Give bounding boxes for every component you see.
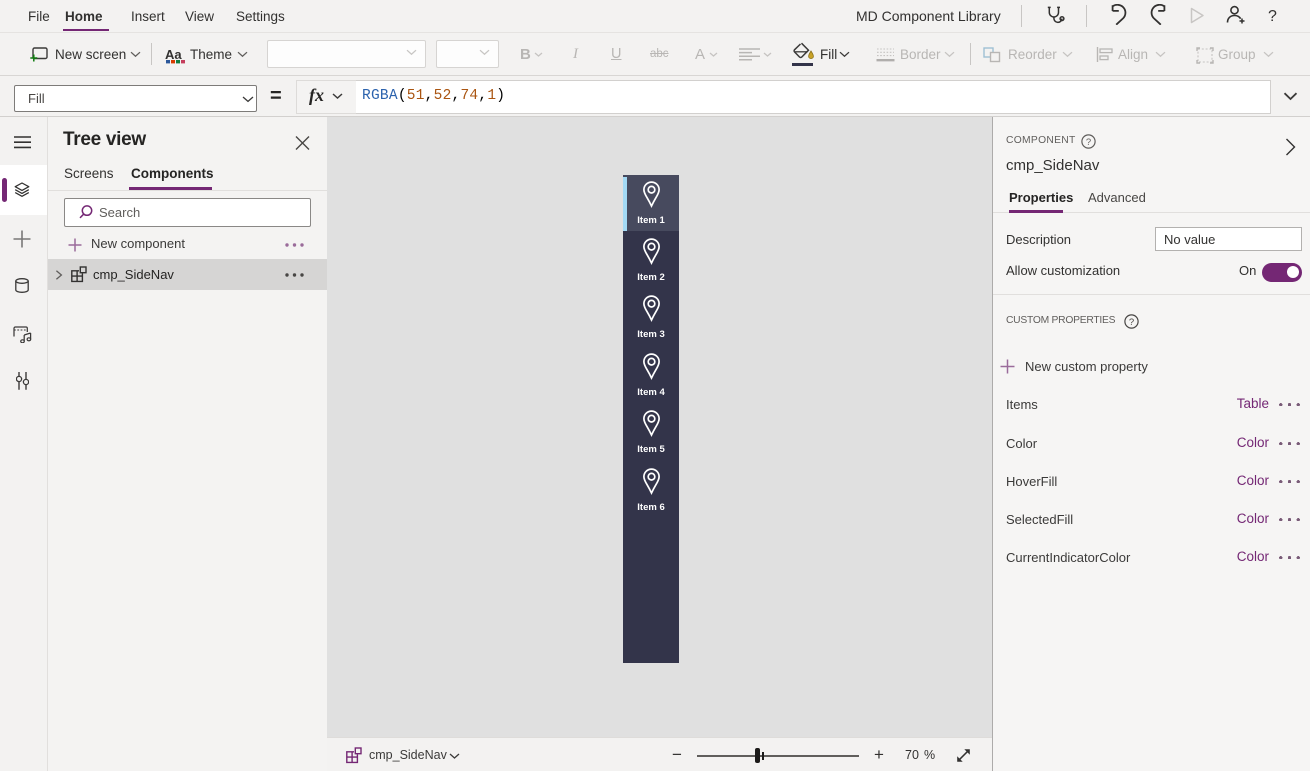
svg-text:?: ? [1129,317,1134,328]
svg-text:?: ? [1086,137,1091,148]
